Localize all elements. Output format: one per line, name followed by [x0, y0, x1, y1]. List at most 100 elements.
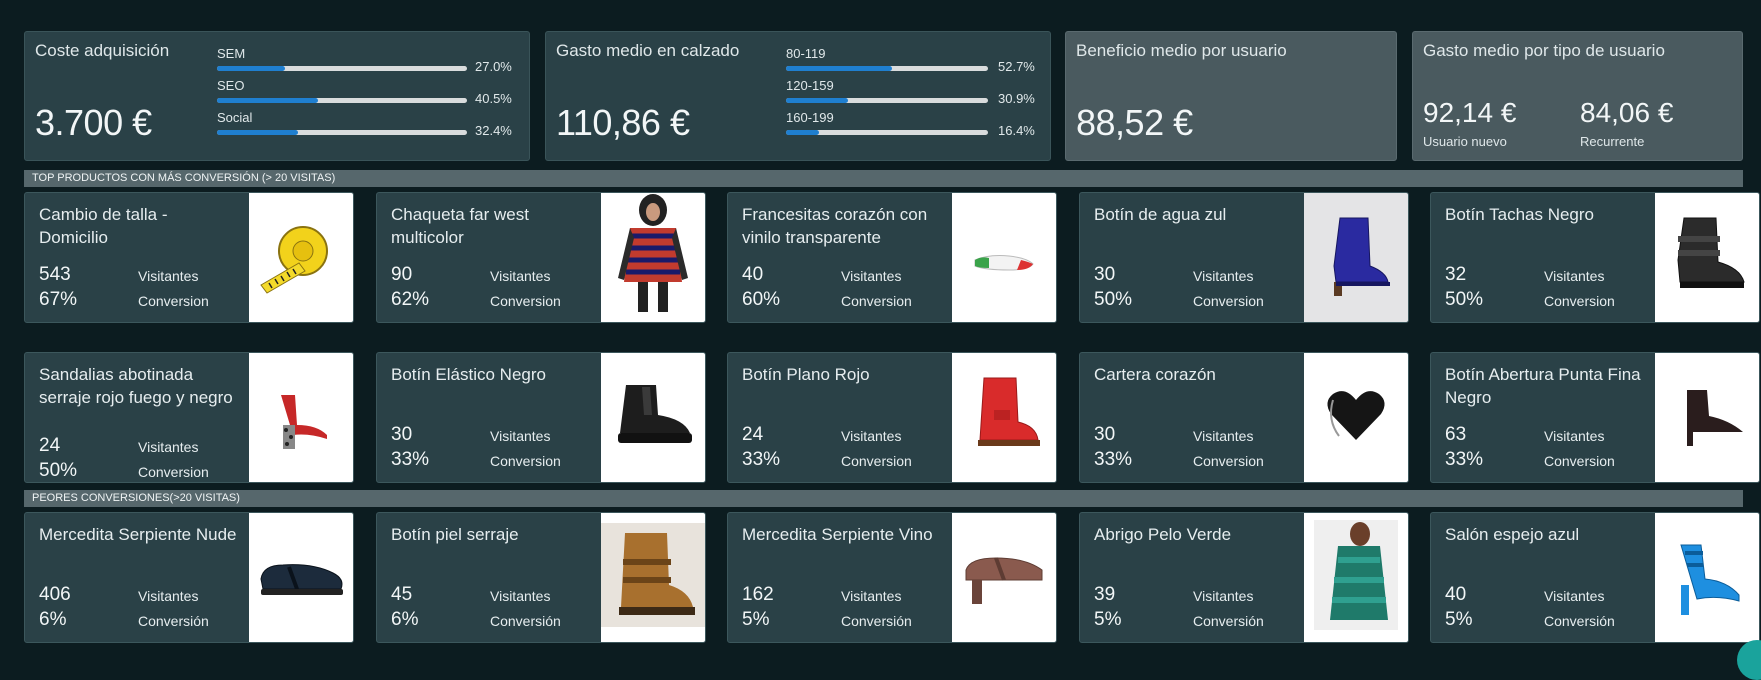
visitors-value: 30	[391, 424, 413, 445]
product-card[interactable]: Chaqueta far west multicolor 90 Visitantes…	[376, 192, 706, 323]
product-image[interactable]	[249, 353, 353, 482]
product-card[interactable]: Salón espejo azul 40 Visitantes 5% Conversió…	[1430, 512, 1760, 643]
product-image[interactable]	[1655, 193, 1759, 322]
product-image[interactable]	[952, 193, 1056, 322]
conversion-label: Conversión	[841, 613, 912, 629]
product-image[interactable]	[1304, 353, 1408, 482]
product-card[interactable]: Abrigo Pelo Verde 39 Visitantes 5% Conversió…	[1079, 512, 1409, 643]
product-name: Botín Plano Rojo	[742, 365, 870, 384]
conversion-label: Conversión	[490, 613, 561, 629]
product-name: Botín Elástico Negro	[391, 365, 546, 384]
product-image[interactable]	[601, 353, 705, 482]
conversion-value: 50%	[39, 460, 78, 481]
conversion-label: Conversión	[138, 613, 209, 629]
product-card[interactable]: Botín Tachas Negro 32 Visitantes 50% Convers…	[1430, 192, 1760, 323]
bar-row-seo: SEO 40.5%	[217, 76, 517, 108]
conversion-value: 33%	[1445, 449, 1484, 470]
bar-label: 80-119	[786, 46, 826, 61]
kpi-title: Gasto medio en calzado	[556, 41, 740, 60]
visitors-label: Visitantes	[841, 588, 902, 604]
bar-track	[786, 98, 988, 103]
product-card[interactable]: Francesitas corazón con vinilo transpare…	[727, 192, 1057, 323]
conversion-label: Conversion	[1193, 453, 1264, 469]
product-image[interactable]	[249, 193, 353, 322]
wine-mary-jane-icon	[956, 540, 1052, 615]
product-card[interactable]: Botín Abertura Punta Fina Negro 63 Visitan…	[1430, 352, 1760, 483]
kpi-footwear-card: Gasto medio en calzado 110,86 € 80-119 5…	[545, 31, 1051, 161]
visitors-value: 45	[391, 584, 413, 605]
conversion-value: 6%	[39, 609, 67, 630]
conversion-label: Conversion	[490, 293, 561, 309]
product-card[interactable]: Botín Plano Rojo 24 Visitantes 33% Conversio…	[727, 352, 1057, 483]
product-card[interactable]: Mercedita Serpiente Nude 406 Visitantes 6% C…	[24, 512, 354, 643]
mary-jane-shoe-icon	[253, 545, 349, 610]
visitors-label: Visitantes	[490, 588, 551, 604]
product-card[interactable]: Botín de agua zul 30 Visitantes 50% Conversi…	[1079, 192, 1409, 323]
visitors-label: Visitantes	[490, 428, 551, 444]
new-user-label: Usuario nuevo	[1423, 134, 1507, 149]
product-card[interactable]: Botín piel serraje 45 Visitantes 6% Conversi…	[376, 512, 706, 643]
product-name: Sandalias abotinada serraje rojo fuego y…	[39, 365, 233, 407]
product-name: Botín Abertura Punta Fina Negro	[1445, 365, 1641, 407]
product-image[interactable]	[952, 513, 1056, 642]
corner-action-button[interactable]	[1737, 640, 1761, 680]
conversion-label: Conversion	[138, 293, 209, 309]
conversion-value: 50%	[1445, 289, 1484, 310]
bar-label: 160-199	[786, 110, 834, 125]
product-card[interactable]: Mercedita Serpiente Vino 162 Visitantes 5% C…	[727, 512, 1057, 643]
visitors-label: Visitantes	[138, 588, 199, 604]
visitors-label: Visitantes	[138, 439, 199, 455]
product-image[interactable]	[1304, 193, 1408, 322]
bar-percent: 27.0%	[475, 59, 512, 74]
chelsea-boot-icon	[608, 375, 698, 460]
heart-purse-icon	[1321, 380, 1391, 455]
product-image[interactable]	[601, 193, 705, 322]
suede-boot-icon	[601, 523, 705, 632]
conversion-label: Conversión	[1193, 613, 1264, 629]
visitors-label: Visitantes	[841, 268, 902, 284]
black-buckle-boot-icon	[1662, 212, 1752, 303]
product-image[interactable]	[1304, 513, 1408, 642]
bar-track	[786, 66, 988, 71]
product-image[interactable]	[249, 513, 353, 642]
bar-row-120-159: 120-159 30.9%	[786, 76, 1046, 108]
product-image[interactable]	[1655, 513, 1759, 642]
jacket-icon	[608, 193, 698, 322]
conversion-label: Conversion	[841, 453, 912, 469]
bar-percent: 32.4%	[475, 123, 512, 138]
new-user-value: 92,14 €	[1423, 97, 1517, 128]
footwear-bars: 80-119 52.7% 120-159 30.9% 160-199 16.4%	[786, 44, 1046, 140]
conversion-label: Conversion	[1544, 453, 1615, 469]
product-name: Botín Tachas Negro	[1445, 205, 1594, 224]
product-card[interactable]: Cambio de talla - Domicilio 543 Visitantes…	[24, 192, 354, 323]
bar-fill	[786, 66, 893, 71]
measuring-tape-icon	[253, 207, 349, 308]
bar-track	[217, 98, 467, 103]
visitors-value: 24	[39, 435, 61, 456]
bar-percent: 30.9%	[998, 91, 1035, 106]
product-image[interactable]	[601, 513, 705, 642]
product-card[interactable]: Botín Elástico Negro 30 Visitantes 33% Conve…	[376, 352, 706, 483]
product-name: Francesitas corazón con vinilo transpare…	[742, 205, 928, 247]
kpi-value: 3.700 €	[35, 102, 152, 143]
product-image[interactable]	[952, 353, 1056, 482]
conversion-value: 50%	[1094, 289, 1133, 310]
bar-fill	[786, 98, 849, 103]
bar-row-sem: SEM 27.0%	[217, 44, 517, 76]
product-name: Cambio de talla - Domicilio	[39, 205, 168, 247]
product-card[interactable]: Cartera corazón 30 Visitantes 33% Conversion	[1079, 352, 1409, 483]
bar-row-social: Social 32.4%	[217, 108, 517, 140]
conversion-value: 33%	[1094, 449, 1133, 470]
conversion-label: Conversion	[841, 293, 912, 309]
bar-label: Social	[217, 110, 253, 125]
product-name: Abrigo Pelo Verde	[1094, 525, 1232, 544]
blue-heel-icon	[1667, 525, 1747, 630]
kpi-title: Beneficio medio por usuario	[1076, 41, 1287, 60]
product-image[interactable]	[1655, 353, 1759, 482]
conversion-value: 67%	[39, 289, 78, 310]
product-card[interactable]: Sandalias abotinada serraje rojo fuego y…	[24, 352, 354, 483]
visitors-value: 40	[1445, 584, 1467, 605]
kpi-profit-card: Beneficio medio por usuario 88,52 €	[1065, 31, 1397, 161]
bar-fill	[217, 98, 319, 103]
visitors-value: 30	[1094, 424, 1116, 445]
